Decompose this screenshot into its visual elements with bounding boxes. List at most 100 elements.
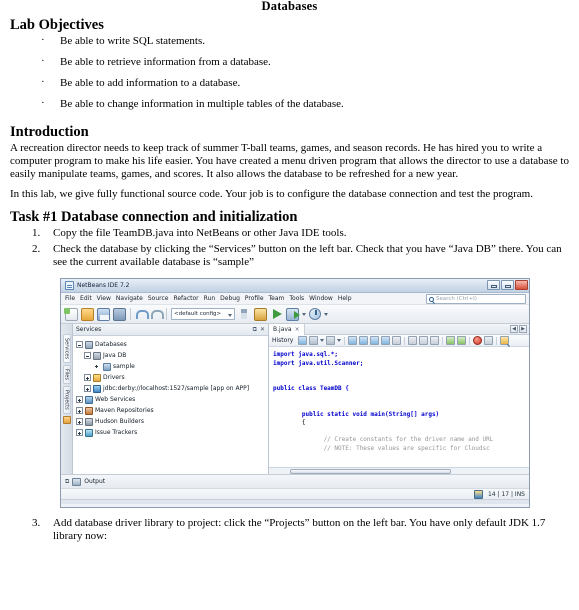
menu-item-source[interactable]: Source: [148, 295, 169, 302]
redo-icon[interactable]: [150, 308, 164, 320]
expander-icon[interactable]: [76, 429, 83, 436]
menu-item-run[interactable]: Run: [204, 295, 216, 302]
bullet-glyph: ·: [41, 76, 45, 88]
list-item: · Be able to add information to a databas…: [10, 76, 569, 98]
scroll-right-icon[interactable]: ▶: [519, 325, 527, 333]
menu-item-navigate[interactable]: Navigate: [116, 295, 143, 302]
tree-node-maven-repositories[interactable]: Maven Repositories: [76, 405, 266, 416]
close-icon[interactable]: ✕: [260, 326, 265, 333]
connection-icon: [93, 384, 101, 393]
next-error-icon[interactable]: [457, 336, 467, 345]
tree-node-sample[interactable]: sample: [76, 361, 266, 372]
split-view-icon[interactable]: [309, 336, 319, 345]
tree-node-label: Drivers: [103, 374, 125, 381]
last-edit-icon[interactable]: [348, 336, 358, 345]
save-all-button[interactable]: [97, 307, 110, 321]
task1-steps-continued: 3. Add database driver library to project…: [10, 517, 569, 546]
chevron-down-icon[interactable]: [320, 339, 325, 342]
menu-item-view[interactable]: View: [97, 295, 111, 302]
notification-icon[interactable]: [473, 489, 483, 499]
toggle-bookmark-icon[interactable]: [381, 336, 391, 345]
sidebar-item-services[interactable]: Services: [62, 334, 71, 364]
menu-item-tools[interactable]: Tools: [289, 295, 304, 302]
undo-icon[interactable]: [135, 308, 149, 320]
chevron-down-icon[interactable]: [337, 339, 342, 342]
code-editor[interactable]: import java.sql.*; import java.util.Scan…: [269, 347, 529, 467]
stop-icon[interactable]: [484, 336, 494, 345]
toolbar-divider: [496, 336, 498, 345]
next-bookmark-icon[interactable]: [370, 336, 380, 345]
previous-error-icon[interactable]: [446, 336, 456, 345]
tree-node-drivers[interactable]: Drivers: [76, 372, 266, 383]
chevron-down-icon[interactable]: [302, 312, 306, 316]
scrollbar-thumb[interactable]: [289, 469, 451, 474]
sidebar-item-files[interactable]: Files: [62, 365, 71, 385]
chevron-down-icon[interactable]: [324, 312, 328, 316]
expander-icon[interactable]: [76, 396, 83, 403]
open-project-button[interactable]: [81, 307, 94, 321]
close-icon[interactable]: [515, 280, 528, 290]
toggle-breakpoint-icon[interactable]: [473, 336, 483, 345]
menu-item-help[interactable]: Help: [338, 295, 352, 302]
java-db-icon: [93, 351, 101, 360]
output-pane-header[interactable]: ⧉ Output: [61, 474, 529, 488]
expander-icon[interactable]: [84, 385, 91, 392]
previous-bookmark-icon[interactable]: [359, 336, 369, 345]
maximize-icon[interactable]: [501, 280, 514, 290]
step-number: 3.: [32, 517, 41, 529]
editor-tab-bar: B.java × ◀ ▶: [269, 323, 529, 335]
shift-line-icon[interactable]: [392, 336, 402, 345]
uncomment-icon[interactable]: [419, 336, 429, 345]
horizontal-scrollbar[interactable]: [269, 467, 529, 474]
tree-node-label: Issue Trackers: [95, 429, 138, 436]
window-controls: [487, 280, 528, 290]
editor-tab-teamdb[interactable]: B.java ×: [269, 323, 305, 335]
format-icon[interactable]: [430, 336, 440, 345]
config-dropdown[interactable]: <default config>: [171, 308, 235, 320]
menu-item-file[interactable]: File: [65, 295, 75, 302]
menu-item-team[interactable]: Team: [269, 295, 285, 302]
search-input[interactable]: Search (Ctrl+I): [426, 294, 526, 304]
menu-item-debug[interactable]: Debug: [220, 295, 240, 302]
expander-icon[interactable]: [84, 374, 91, 381]
float-icon[interactable]: ⧉: [253, 326, 257, 333]
source-view-icon[interactable]: [298, 336, 308, 345]
tree-node-databases[interactable]: Databases: [76, 339, 266, 350]
sidebar-item-projects[interactable]: Projects: [62, 386, 71, 414]
output-label: Output: [84, 478, 106, 485]
minimize-icon[interactable]: [487, 280, 500, 290]
menu-item-refactor[interactable]: Refactor: [173, 295, 198, 302]
new-file-button[interactable]: [64, 307, 78, 321]
expander-icon[interactable]: [76, 407, 83, 414]
window-footer: [61, 499, 529, 504]
tree-node-java-db[interactable]: Java DB: [76, 350, 266, 361]
build-button[interactable]: [238, 308, 251, 321]
tree-node-hudson-builders[interactable]: Hudson Builders: [76, 416, 266, 427]
expander-icon[interactable]: [76, 341, 83, 348]
menu-item-profile[interactable]: Profile: [245, 295, 264, 302]
code-line: import java.util.Scanner;: [273, 359, 364, 367]
scroll-left-icon[interactable]: ◀: [510, 325, 518, 333]
history-button[interactable]: History: [272, 337, 293, 344]
tree-node-web-services[interactable]: Web Services: [76, 394, 266, 405]
menu-item-window[interactable]: Window: [309, 295, 333, 302]
debug-button[interactable]: [286, 307, 300, 321]
expander-icon[interactable]: [84, 352, 91, 359]
inspect-icon[interactable]: [500, 336, 510, 345]
tree-node-issue-trackers[interactable]: Issue Trackers: [76, 427, 266, 438]
expander-icon[interactable]: [76, 418, 83, 425]
menu-item-edit[interactable]: Edit: [80, 295, 92, 302]
clean-and-build-button[interactable]: [254, 307, 267, 321]
comment-icon[interactable]: [408, 336, 418, 345]
profile-button[interactable]: [309, 308, 321, 320]
step-text: Copy the file TeamDB.java into NetBeans …: [53, 227, 347, 239]
lab-objectives-list: · Be able to write SQL statements. · Be ab…: [10, 34, 569, 119]
float-icon[interactable]: ⧉: [65, 478, 69, 485]
stack-button[interactable]: [113, 307, 126, 321]
run-button[interactable]: [270, 308, 283, 321]
objective-text: Be able to add information to a database…: [60, 77, 241, 89]
tree-node-connection[interactable]: jdbc:derby://localhost:1527/sample [app …: [76, 383, 266, 394]
close-icon[interactable]: ×: [295, 326, 300, 333]
history-view-icon[interactable]: [326, 336, 336, 345]
netbeans-screenshot: NetBeans IDE 7.2 File Edit View Navigate…: [60, 278, 530, 508]
